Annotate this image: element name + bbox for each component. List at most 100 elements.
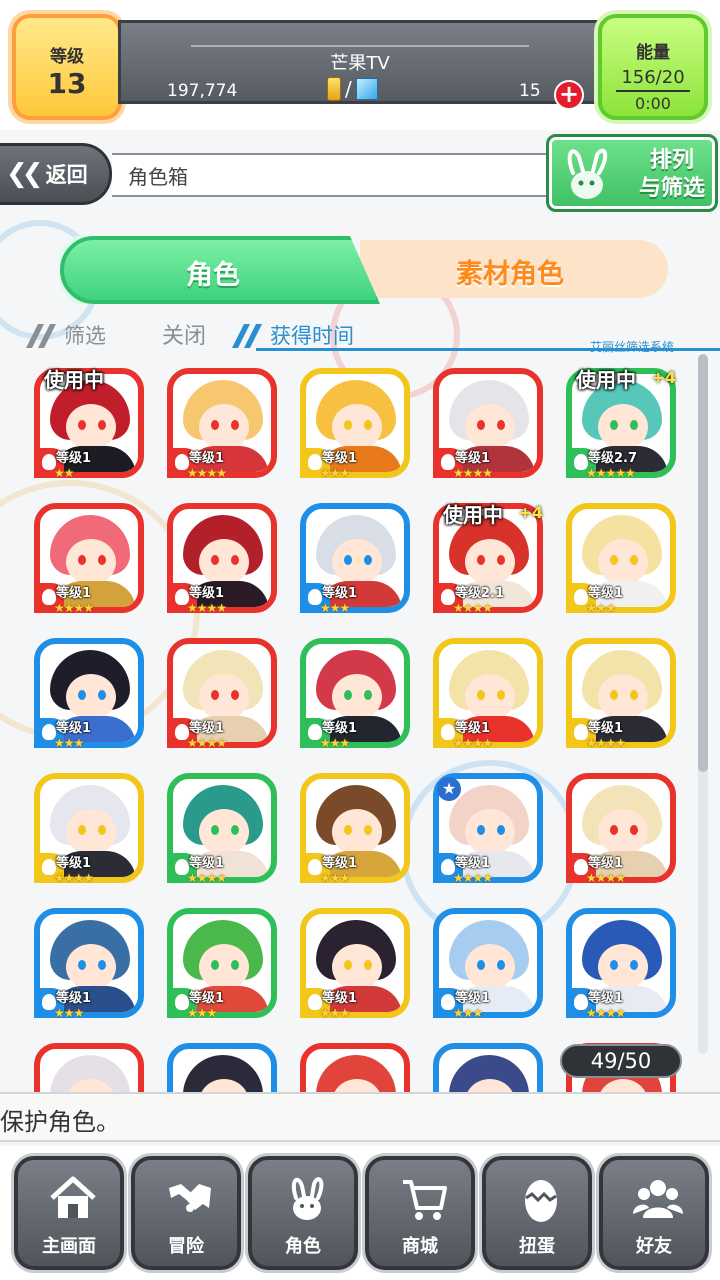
character-card[interactable]	[294, 1037, 410, 1092]
page-title: 角色箱	[128, 165, 188, 189]
rarity-stars: ★★★★	[453, 736, 493, 750]
tab-characters[interactable]: 角色	[60, 236, 380, 304]
nav-button-label: 冒险	[168, 1236, 204, 1257]
rarity-stars: ★★★★	[187, 871, 227, 885]
character-level: 等级1	[56, 856, 92, 871]
character-card[interactable]	[161, 1037, 277, 1092]
filter-close-toggle[interactable]: 关闭	[162, 318, 206, 350]
tab-material-characters[interactable]: 素材角色	[360, 240, 668, 298]
rarity-stars: ★★★★	[54, 601, 94, 615]
nav-button-label: 主画面	[42, 1236, 96, 1257]
nav-button-label: 角色	[285, 1236, 321, 1257]
character-card[interactable]: 等级1 ★★★★	[161, 497, 277, 615]
sort-by-acquired-time[interactable]: 获得时间	[270, 320, 354, 350]
message-bar: 保护角色。	[0, 1092, 720, 1142]
rarity-stars: ★★★★	[187, 736, 227, 750]
nav-button-cart[interactable]: 商城	[365, 1156, 475, 1270]
character-card[interactable]: 等级1 ★★★	[28, 632, 144, 750]
rarity-stars: ★★★	[187, 1006, 217, 1020]
rarity-stars: ★★★	[320, 1006, 350, 1020]
character-card[interactable]: 等级1 ★★★★	[427, 632, 543, 750]
handshake-icon	[165, 1174, 215, 1224]
character-portrait	[433, 1043, 543, 1092]
character-card[interactable]: 等级1 ★★★★	[28, 767, 144, 885]
bottom-navigation: 主画面 冒险 角色 商城 扭蛋 好友	[0, 1146, 720, 1280]
character-grid: 等级1 ★★ 使用中 等级1 ★★★★ 等级1 ★★★ 等级1 ★★★★ 等级2.7 ★★★★★ 使用…	[28, 362, 692, 1092]
nav-button-home[interactable]: 主画面	[14, 1156, 124, 1270]
character-card[interactable]: 等级1 ★★★★ ★	[427, 767, 543, 885]
character-card[interactable]: 等级1 ★★★	[28, 902, 144, 1020]
character-card[interactable]: 等级1 ★★★★	[28, 497, 144, 615]
scrollbar-thumb[interactable]	[698, 354, 708, 772]
rarity-stars: ★★★	[54, 736, 84, 750]
rarity-stars: ★★★★	[453, 871, 493, 885]
character-level: 等级1	[56, 991, 92, 1006]
character-card[interactable]: 等级1 ★★★★	[560, 902, 676, 1020]
page-title-bar: 角色箱	[112, 153, 592, 197]
character-portrait	[167, 1043, 277, 1092]
gold-amount: 197,774	[167, 81, 238, 101]
rarity-stars: ★★★	[54, 1006, 84, 1020]
character-level: 等级1	[56, 586, 92, 601]
cart-icon	[399, 1174, 449, 1224]
character-card[interactable]: 等级1 ★★★	[294, 497, 410, 615]
energy-value: 156/20	[621, 67, 685, 88]
rarity-stars: ★★★	[586, 601, 616, 615]
nav-button-handshake[interactable]: 冒险	[131, 1156, 241, 1270]
rarity-stars: ★★★	[320, 736, 350, 750]
character-card[interactable]: 等级2.1 ★★★★ 使用中 +4	[427, 497, 543, 615]
back-button[interactable]: ❮❮ 返回	[0, 143, 112, 205]
rarity-stars: ★★★★★	[586, 466, 636, 480]
character-card[interactable]: 等级1 ★★★★	[560, 767, 676, 885]
character-level: 等级1	[322, 586, 358, 601]
character-card[interactable]: 等级1 ★★★★	[560, 632, 676, 750]
bunny-icon	[282, 1174, 332, 1224]
character-card[interactable]	[28, 1037, 144, 1092]
character-card[interactable]	[427, 1037, 543, 1092]
character-card[interactable]: 等级1 ★★★	[294, 767, 410, 885]
status-bar: 等级 13 芒果TV 197,774 / 15 + 能量 156/20 0:00	[0, 0, 720, 130]
rarity-stars: ★★★★	[453, 466, 493, 480]
rarity-stars: ★★★★	[187, 466, 227, 480]
player-name: 芒果TV	[330, 53, 390, 74]
add-gems-button[interactable]: +	[554, 80, 584, 110]
character-card[interactable]: 等级1 ★★★	[294, 902, 410, 1020]
category-tabs: 素材角色 角色	[60, 236, 670, 304]
rarity-stars: ★★★★	[586, 871, 626, 885]
egg-icon	[516, 1174, 566, 1224]
rarity-stars: ★★★★	[453, 601, 493, 615]
nav-button-egg[interactable]: 扭蛋	[482, 1156, 592, 1270]
sort-label-1: 排列	[649, 148, 694, 173]
character-level: 等级1	[588, 586, 624, 601]
rarity-stars: ★★★	[453, 1006, 483, 1020]
character-card[interactable]: 等级1 ★★★★	[161, 767, 277, 885]
character-card[interactable]: 等级2.7 ★★★★★ 使用中 +4	[560, 362, 676, 480]
character-card[interactable]: 等级1 ★★★	[560, 497, 676, 615]
character-card[interactable]: 等级1 ★★★	[294, 632, 410, 750]
character-card[interactable]: 等级1 ★★★	[294, 362, 410, 480]
player-info-bar: 芒果TV 197,774 / 15	[118, 20, 602, 104]
rarity-stars: ★★	[54, 466, 74, 480]
filter-label[interactable]: 筛选	[64, 320, 106, 350]
currency-separator: /	[345, 77, 352, 101]
character-level: 等级2.1	[455, 586, 505, 601]
bunny-icon	[567, 148, 608, 199]
nav-button-bunny[interactable]: 角色	[248, 1156, 358, 1270]
character-card[interactable]: 等级1 ★★★★	[161, 362, 277, 480]
character-card[interactable]: 等级1 ★★★★	[427, 362, 543, 480]
sort-filter-button[interactable]: 排列 与筛选	[546, 134, 718, 212]
character-card[interactable]: 等级1 ★★★	[427, 902, 543, 1020]
character-portrait	[34, 1043, 144, 1092]
scrollbar[interactable]	[698, 354, 708, 1054]
rarity-stars: ★★★★	[586, 1006, 626, 1020]
nav-button-friends[interactable]: 好友	[599, 1156, 709, 1270]
character-level: 等级1	[189, 991, 225, 1006]
character-card[interactable]: 等级1 ★★ 使用中	[28, 362, 144, 480]
filter-system-label: 艾丽丝筛选系统	[590, 340, 675, 354]
sort-slash-icon	[232, 324, 262, 348]
character-card[interactable]: 等级1 ★★★★	[161, 632, 277, 750]
character-card[interactable]: 等级1 ★★★	[161, 902, 277, 1020]
energy-timer: 0:00	[635, 94, 671, 113]
rarity-stars: ★★★★	[586, 736, 626, 750]
character-level: 等级1	[322, 991, 358, 1006]
